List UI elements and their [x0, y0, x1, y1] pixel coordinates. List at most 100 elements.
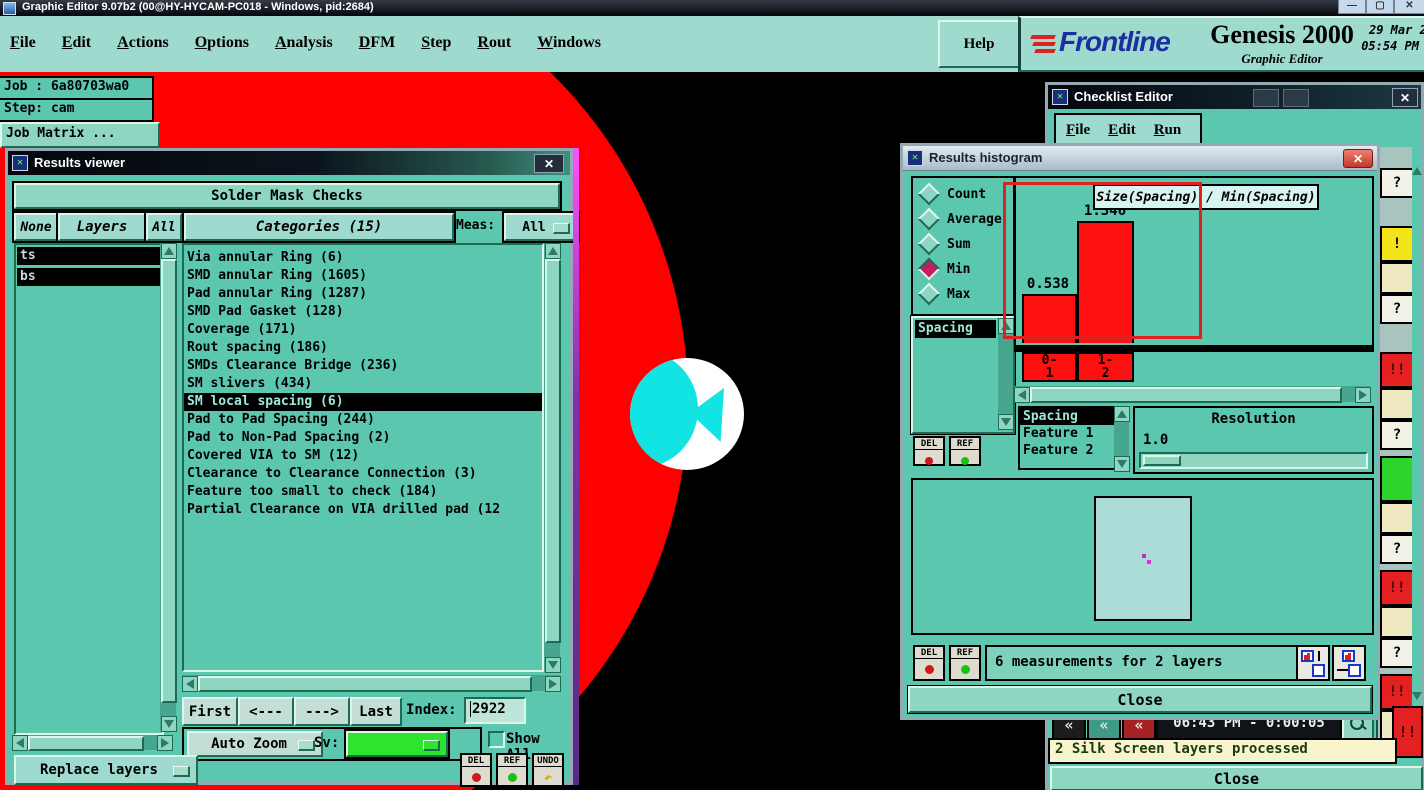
- measures-list[interactable]: Spacing: [910, 315, 1016, 435]
- menu-help[interactable]: Help: [938, 20, 1020, 68]
- results-viewer-close-icon[interactable]: ✕: [534, 154, 564, 173]
- category-item[interactable]: Pad annular Ring (1287): [184, 285, 542, 303]
- arrow-up-icon[interactable]: [1114, 406, 1130, 422]
- status-warning-button[interactable]: !: [1380, 226, 1414, 262]
- stat-sum[interactable]: Sum: [917, 232, 970, 256]
- result-box[interactable]: [1380, 388, 1414, 420]
- checklist-minimize-button[interactable]: [1253, 89, 1279, 107]
- fields-scrollbar[interactable]: [1114, 406, 1130, 472]
- categories-header-button[interactable]: Categories (15): [182, 211, 456, 243]
- meas-dropdown[interactable]: All: [502, 211, 580, 243]
- ref-button[interactable]: REF: [496, 753, 528, 787]
- checklist-maximize-button[interactable]: [1283, 89, 1309, 107]
- arrow-down-icon[interactable]: [998, 414, 1014, 430]
- next-button[interactable]: --->: [294, 697, 350, 726]
- status-error-button[interactable]: !!: [1380, 352, 1414, 388]
- arrow-down-icon[interactable]: [1114, 456, 1130, 472]
- layer-item[interactable]: ts: [17, 247, 161, 265]
- stat-average[interactable]: Average: [917, 207, 1002, 231]
- arrow-left-icon[interactable]: [12, 735, 28, 751]
- category-item[interactable]: SM slivers (434): [184, 375, 542, 393]
- arrow-up-icon[interactable]: [1412, 167, 1422, 175]
- sv-color-dropdown[interactable]: [344, 729, 450, 759]
- category-item-selected[interactable]: SM local spacing (6): [184, 393, 542, 411]
- category-item[interactable]: SMD Pad Gasket (128): [184, 303, 542, 321]
- del-button[interactable]: DEL: [460, 753, 492, 787]
- auto-zoom-dropdown[interactable]: Auto Zoom: [187, 731, 323, 757]
- preview-panel[interactable]: [911, 478, 1374, 635]
- category-item[interactable]: SMD annular Ring (1605): [184, 267, 542, 285]
- category-item[interactable]: Feature too small to check (184): [184, 483, 542, 501]
- layer-item[interactable]: bs: [17, 268, 161, 286]
- category-item[interactable]: Partial Clearance on VIA drilled pad (12: [184, 501, 542, 519]
- arrow-right-icon[interactable]: [545, 676, 561, 692]
- show-all-checkbox[interactable]: [488, 731, 505, 748]
- all-button[interactable]: All: [144, 211, 184, 243]
- undo-button[interactable]: UNDO ↶: [532, 753, 564, 787]
- layers-list[interactable]: ts bs: [14, 243, 164, 735]
- category-item[interactable]: Pad to Non-Pad Spacing (2): [184, 429, 542, 447]
- category-item[interactable]: Rout spacing (186): [184, 339, 542, 357]
- field-item[interactable]: Feature 2: [1020, 442, 1114, 459]
- arrow-down-icon[interactable]: [1412, 692, 1422, 700]
- layers-h-scrollbar[interactable]: [12, 735, 173, 751]
- histogram-ref-button[interactable]: REF: [949, 436, 981, 466]
- measure-item-selected[interactable]: Spacing: [915, 320, 996, 338]
- menu-file[interactable]: File: [10, 34, 36, 52]
- histogram-h-scrollbar[interactable]: [1014, 386, 1371, 403]
- layers-button[interactable]: Layers: [56, 211, 148, 243]
- category-item[interactable]: Clearance to Clearance Connection (3): [184, 465, 542, 483]
- close-button[interactable]: ✕: [1394, 0, 1424, 14]
- arrow-right-icon[interactable]: [1355, 387, 1371, 403]
- menu-analysis[interactable]: Analysis: [275, 34, 333, 52]
- checklist-menu-file[interactable]: File: [1066, 122, 1090, 139]
- index-input[interactable]: 2922: [464, 697, 526, 724]
- histogram-import-button[interactable]: [1332, 645, 1366, 681]
- first-button[interactable]: First: [182, 697, 238, 726]
- stat-min-selected[interactable]: Min: [917, 257, 970, 281]
- result-box[interactable]: [1380, 502, 1414, 534]
- checklist-close-button[interactable]: Close: [1050, 766, 1423, 790]
- status-ok-button[interactable]: [1380, 456, 1414, 502]
- field-item[interactable]: Feature 1: [1020, 425, 1114, 442]
- category-item[interactable]: Covered VIA to SM (12): [184, 447, 542, 465]
- categories-list[interactable]: Via annular Ring (6) SMD annular Ring (1…: [182, 243, 544, 672]
- histogram-close-icon[interactable]: ✕: [1343, 149, 1373, 168]
- help-button[interactable]: ?: [1380, 294, 1414, 324]
- stat-max[interactable]: Max: [917, 282, 970, 306]
- job-matrix-button[interactable]: Job Matrix ...: [0, 122, 160, 148]
- checklist-titlebar[interactable]: ✕ Checklist Editor ✕: [1048, 85, 1421, 109]
- arrow-up-icon[interactable]: [161, 243, 177, 259]
- help-button[interactable]: ?: [1380, 534, 1414, 564]
- category-item[interactable]: Pad to Pad Spacing (244): [184, 411, 542, 429]
- checklist-close-icon[interactable]: ✕: [1392, 88, 1418, 107]
- histogram-close-button[interactable]: Close: [907, 685, 1373, 714]
- resolution-slider[interactable]: [1139, 452, 1368, 469]
- menu-actions[interactable]: Actions: [117, 34, 169, 52]
- slider-thumb[interactable]: [1143, 455, 1181, 466]
- replace-layers-dropdown[interactable]: Replace layers: [14, 755, 198, 785]
- status-error-button[interactable]: !!: [1380, 674, 1414, 710]
- field-item-selected[interactable]: Spacing: [1020, 408, 1114, 425]
- result-box[interactable]: [1380, 262, 1414, 294]
- histogram-del-button[interactable]: DEL: [913, 436, 945, 466]
- histogram-ref-button-2[interactable]: REF: [949, 645, 981, 681]
- checklist-scroll-edge[interactable]: [1412, 147, 1422, 747]
- menu-step[interactable]: Step: [421, 34, 451, 52]
- menu-dfm[interactable]: DFM: [359, 34, 395, 52]
- arrow-left-icon[interactable]: [182, 676, 198, 692]
- fields-list[interactable]: Spacing Feature 1 Feature 2: [1018, 406, 1116, 470]
- checklist-menu-run[interactable]: Run: [1154, 122, 1182, 139]
- status-error-button[interactable]: !!: [1380, 570, 1414, 606]
- layers-scrollbar[interactable]: [160, 243, 177, 732]
- arrow-down-icon[interactable]: [161, 716, 177, 732]
- arrow-up-icon[interactable]: [545, 243, 561, 259]
- category-item[interactable]: Via annular Ring (6): [184, 249, 542, 267]
- results-viewer-titlebar[interactable]: ✕ Results viewer ✕: [8, 151, 570, 175]
- histogram-titlebar[interactable]: ✕ Results histogram ✕: [903, 146, 1377, 171]
- help-button[interactable]: ?: [1380, 420, 1414, 450]
- help-button[interactable]: ?: [1380, 168, 1414, 198]
- menu-rout[interactable]: Rout: [477, 34, 511, 52]
- none-button[interactable]: None: [12, 211, 60, 243]
- menu-options[interactable]: Options: [195, 34, 249, 52]
